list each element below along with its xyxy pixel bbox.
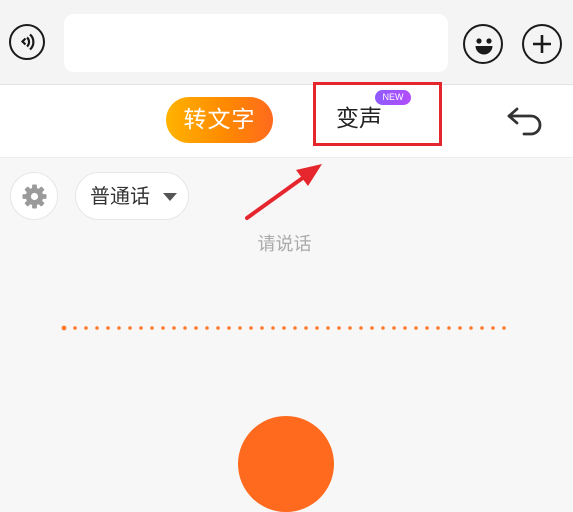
waveform-dot (403, 326, 407, 330)
waveform-dot (315, 326, 319, 330)
waveform-dot (183, 326, 187, 330)
waveform-dot (106, 326, 110, 330)
waveform-dot (227, 326, 231, 330)
waveform-dot (249, 326, 253, 330)
annotation-arrow (245, 164, 322, 220)
waveform-dot (271, 326, 275, 330)
waveform-dot (95, 326, 99, 330)
waveform-dot (216, 326, 220, 330)
waveform-dot (469, 326, 473, 330)
audio-waveform (61, 325, 506, 331)
waveform-dot (381, 326, 385, 330)
waveform-dot (150, 326, 154, 330)
waveform-dot (326, 326, 330, 330)
waveform-dot (172, 326, 176, 330)
waveform-dot (337, 326, 341, 330)
waveform-dot (238, 326, 242, 330)
waveform-dot (392, 326, 396, 330)
waveform-dot (128, 326, 132, 330)
waveform-dot (73, 326, 77, 330)
waveform-dot (293, 326, 297, 330)
waveform-dot (447, 326, 451, 330)
waveform-dot (348, 326, 352, 330)
waveform-dot (304, 326, 308, 330)
waveform-dot (480, 326, 484, 330)
waveform-dot (414, 326, 418, 330)
waveform-dot (260, 326, 264, 330)
waveform-dot (61, 325, 67, 331)
waveform-dot (84, 326, 88, 330)
waveform-dot (282, 326, 286, 330)
waveform-dot (194, 326, 198, 330)
speak-hint: 请说话 (257, 234, 312, 255)
waveform-dot (359, 326, 363, 330)
waveform-dot (436, 326, 440, 330)
waveform-dot (139, 326, 143, 330)
record-button[interactable] (238, 416, 334, 512)
waveform-dot (491, 326, 495, 330)
waveform-dot (161, 326, 165, 330)
waveform-dot (502, 326, 506, 330)
waveform-dot (370, 326, 374, 330)
waveform-dot (117, 326, 121, 330)
waveform-dot (205, 326, 209, 330)
waveform-dot (458, 326, 462, 330)
waveform-dot (425, 326, 429, 330)
